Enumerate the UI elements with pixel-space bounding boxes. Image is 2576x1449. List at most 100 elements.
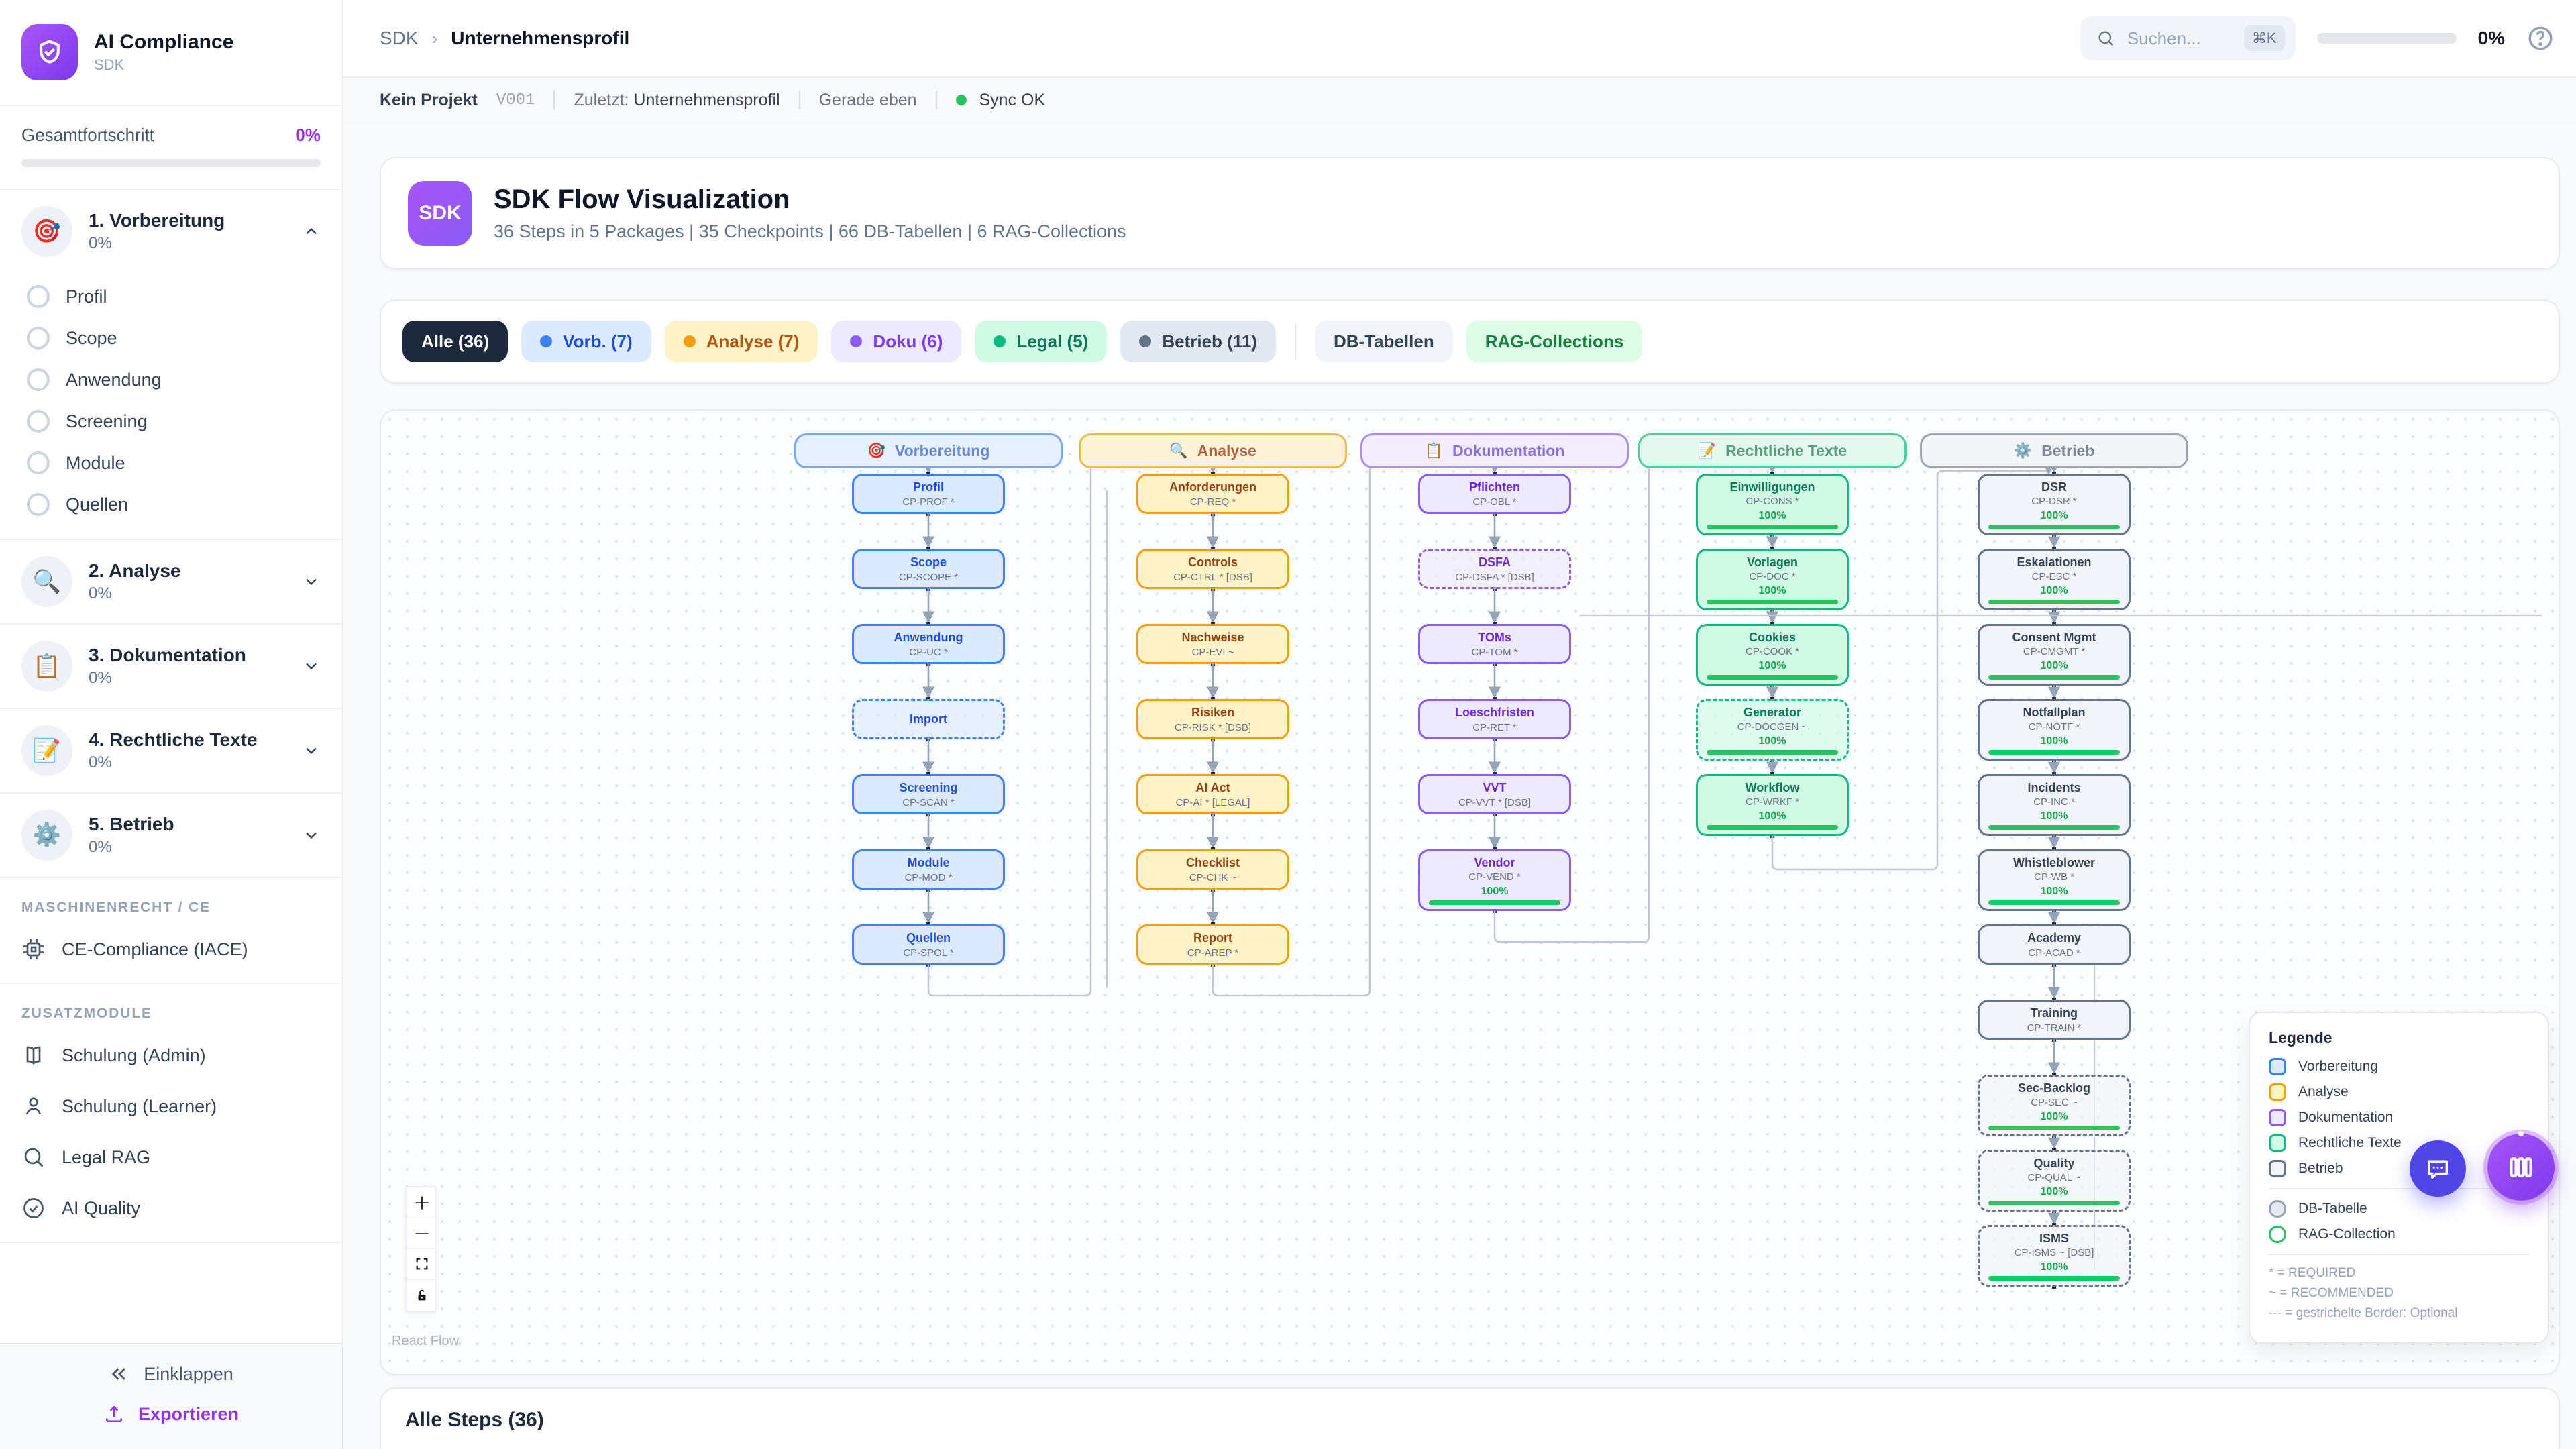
flow-node-dsr[interactable]: DSRCP-DSR *100% <box>1978 474 2131 535</box>
filter-pill-legal-5-[interactable]: Legal (5) <box>975 321 1107 362</box>
sidebar-phase-3[interactable]: 📋3. Dokumentation0% <box>0 625 342 708</box>
filter-pill-rag-collections[interactable]: RAG-Collections <box>1466 321 1643 362</box>
flow-node-risiken[interactable]: RisikenCP-RISK * [DSB] <box>1136 699 1289 739</box>
flow-node-sec-backlog[interactable]: Sec-BacklogCP-SEC ~100% <box>1978 1075 2131 1136</box>
flow-node-vvt[interactable]: VVTCP-VVT * [DSB] <box>1418 774 1571 814</box>
search-input[interactable]: Suchen... ⌘K <box>2080 16 2296 60</box>
node-title: Training <box>2031 1006 2078 1021</box>
flow-node-toms[interactable]: TOMsCP-TOM * <box>1418 624 1571 664</box>
flow-node-anforderungen[interactable]: AnforderungenCP-REQ * <box>1136 474 1289 514</box>
flow-node-einwilligungen[interactable]: EinwilligungenCP-CONS *100% <box>1696 474 1849 535</box>
sidebar-item-quellen[interactable]: Quellen <box>0 484 342 525</box>
breadcrumb-root[interactable]: SDK <box>380 28 419 49</box>
lock-toggle-button[interactable] <box>407 1280 437 1311</box>
flow-node-vorlagen[interactable]: VorlagenCP-DOC *100% <box>1696 549 1849 610</box>
sidebar-item-schulung-learner-[interactable]: Schulung (Learner) <box>0 1081 342 1132</box>
flow-node-cookies[interactable]: CookiesCP-COOK *100% <box>1696 624 1849 686</box>
collapse-sidebar-button[interactable]: Einklappen <box>109 1363 233 1385</box>
flow-node-profil[interactable]: ProfilCP-PROF * <box>852 474 1005 514</box>
node-code: CP-INC * <box>2033 796 2075 808</box>
flow-node-anwendung[interactable]: AnwendungCP-UC * <box>852 624 1005 664</box>
node-progress-bar <box>1988 825 2120 830</box>
flow-node-quellen[interactable]: QuellenCP-SPOL * <box>852 924 1005 965</box>
column-header-label: Dokumentation <box>1452 442 1564 460</box>
sidebar-item-label: AI Quality <box>62 1198 140 1219</box>
flow-node-module[interactable]: ModuleCP-MOD * <box>852 849 1005 890</box>
filter-bar: Alle (36) Vorb. (7) Analyse (7) Doku (6) Leg… <box>380 299 2560 384</box>
flow-node-checklist[interactable]: ChecklistCP-CHK ~ <box>1136 849 1289 890</box>
flow-node-scope[interactable]: ScopeCP-SCOPE * <box>852 549 1005 589</box>
shield-check-icon <box>35 38 64 67</box>
node-code: CP-RISK * [DSB] <box>1175 722 1251 733</box>
legend-label: Analyse <box>2298 1084 2349 1100</box>
flow-canvas[interactable]: 🎯VorbereitungProfilCP-PROF *ScopeCP-SCOP… <box>380 409 2560 1375</box>
node-title: Checklist <box>1186 855 1240 871</box>
flow-node-import[interactable]: Import <box>852 699 1005 739</box>
sidebar-item-module[interactable]: Module <box>0 442 342 484</box>
flow-node-nachweise[interactable]: NachweiseCP-EVI ~ <box>1136 624 1289 664</box>
sidebar-item-anwendung[interactable]: Anwendung <box>0 359 342 400</box>
node-progress-bar <box>1988 525 2120 529</box>
phase-group: ⚙️5. Betrieb0% <box>0 794 342 878</box>
filter-pill-vorb-7-[interactable]: Vorb. (7) <box>521 321 651 362</box>
flow-node-controls[interactable]: ControlsCP-CTRL * [DSB] <box>1136 549 1289 589</box>
node-progress-bar <box>1988 1126 2120 1130</box>
chat-button[interactable] <box>2410 1140 2466 1197</box>
filter-pill-db-tabellen[interactable]: DB-Tabellen <box>1315 321 1453 362</box>
filter-pill-betrieb-11-[interactable]: Betrieb (11) <box>1120 321 1276 362</box>
filter-pill-analyse-7-[interactable]: Analyse (7) <box>665 321 818 362</box>
sidebar-item-ce-compliance-iace-[interactable]: CE-Compliance (IACE) <box>0 924 342 975</box>
sidebar-item-profil[interactable]: Profil <box>0 276 342 317</box>
flow-node-pflichten[interactable]: PflichtenCP-OBL * <box>1418 474 1571 514</box>
sidebar-phase-1[interactable]: 🎯1. Vorbereitung0% <box>0 190 342 273</box>
flow-node-dsfa[interactable]: DSFACP-DSFA * [DSB] <box>1418 549 1571 589</box>
flow-node-incidents[interactable]: IncidentsCP-INC *100% <box>1978 774 2131 836</box>
flow-node-loeschfristen[interactable]: LoeschfristenCP-RET * <box>1418 699 1571 739</box>
flow-node-quality[interactable]: QualityCP-QUAL ~100% <box>1978 1150 2131 1212</box>
flow-node-vendor[interactable]: VendorCP-VEND *100% <box>1418 849 1571 911</box>
sidebar-item-legal-rag[interactable]: Legal RAG <box>0 1132 342 1183</box>
chevron-down-icon <box>302 572 321 591</box>
phase-progress: 0% <box>89 584 286 603</box>
sidebar-item-scope[interactable]: Scope <box>0 317 342 359</box>
flow-node-workflow[interactable]: WorkflowCP-WRKF *100% <box>1696 774 1849 836</box>
sidebar-item-screening[interactable]: Screening <box>0 400 342 442</box>
node-code: CP-TRAIN * <box>2027 1022 2082 1034</box>
header-progress-bar <box>2317 33 2457 44</box>
flow-node-ai-act[interactable]: AI ActCP-AI * [LEGAL] <box>1136 774 1289 814</box>
flow-node-academy[interactable]: AcademyCP-ACAD * <box>1978 924 2131 965</box>
last-sync-time: Gerade eben <box>819 91 917 110</box>
node-progress-bar <box>1988 1276 2120 1281</box>
flow-node-notfallplan[interactable]: NotfallplanCP-NOTF *100% <box>1978 699 2131 761</box>
sidebar-item-ai-quality[interactable]: AI Quality <box>0 1183 342 1234</box>
flow-node-consent-mgmt[interactable]: Consent MgmtCP-CMGMT *100% <box>1978 624 2131 686</box>
breadcrumb-chevron-icon: › <box>432 28 438 49</box>
sidebar-item-label: Quellen <box>66 494 128 515</box>
sidebar-phase-4[interactable]: 📝4. Rechtliche Texte0% <box>0 709 342 792</box>
help-icon[interactable] <box>2526 24 2555 52</box>
flow-node-screening[interactable]: ScreeningCP-SCAN * <box>852 774 1005 814</box>
flow-node-training[interactable]: TrainingCP-TRAIN * <box>1978 1000 2131 1040</box>
node-title: Anforderungen <box>1169 480 1256 495</box>
project-status: Kein Projekt <box>380 91 478 110</box>
sidebar-item-label: CE-Compliance (IACE) <box>62 939 248 960</box>
lock-open-icon <box>415 1288 429 1303</box>
filter-pill-alle-36-[interactable]: Alle (36) <box>402 321 508 362</box>
filter-pill-label: Legal (5) <box>1016 331 1088 352</box>
filter-pill-doku-6-[interactable]: Doku (6) <box>831 321 961 362</box>
zoom-in-button[interactable]: ＋ <box>407 1187 437 1218</box>
sidebar-item-schulung-admin-[interactable]: Schulung (Admin) <box>0 1030 342 1081</box>
fit-view-button[interactable] <box>407 1249 437 1280</box>
node-title: Nachweise <box>1181 630 1244 645</box>
zoom-out-button[interactable]: － <box>407 1218 437 1249</box>
kanban-panel-button[interactable] <box>2487 1134 2555 1201</box>
flow-node-isms[interactable]: ISMSCP-ISMS ~ [DSB]100% <box>1978 1225 2131 1287</box>
export-button[interactable]: Exportieren <box>103 1403 239 1425</box>
flow-node-generator[interactable]: GeneratorCP-DOCGEN ~100% <box>1696 699 1849 761</box>
flow-node-whistleblower[interactable]: WhistleblowerCP-WB *100% <box>1978 849 2131 911</box>
sidebar-phase-2[interactable]: 🔍2. Analyse0% <box>0 540 342 623</box>
flow-node-eskalationen[interactable]: EskalationenCP-ESC *100% <box>1978 549 2131 610</box>
sidebar-phase-5[interactable]: ⚙️5. Betrieb0% <box>0 794 342 877</box>
sidebar-item-label: Schulung (Learner) <box>62 1096 217 1117</box>
flow-node-report[interactable]: ReportCP-AREP * <box>1136 924 1289 965</box>
